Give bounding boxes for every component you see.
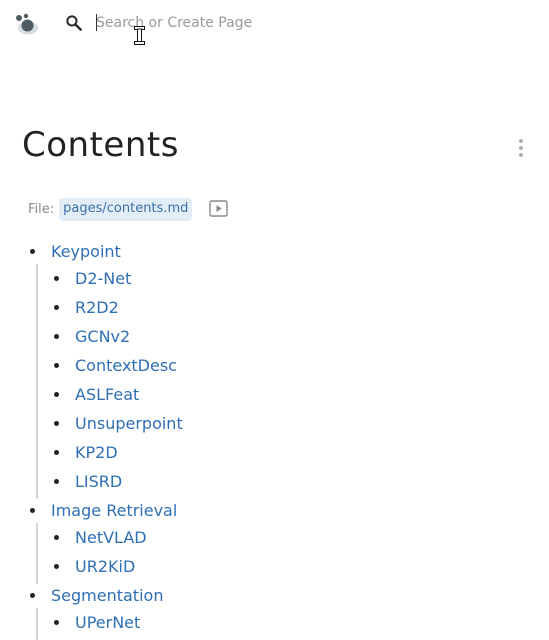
tree-group-row: Keypoint bbox=[22, 240, 522, 263]
tree-link-contextdesc[interactable]: ContextDesc bbox=[75, 356, 177, 376]
dots-logo-icon[interactable] bbox=[14, 11, 40, 37]
bullet-icon bbox=[54, 479, 59, 484]
tree-link-image-retrieval[interactable]: Image Retrieval bbox=[51, 501, 177, 521]
tree-link-r2d2[interactable]: R2D2 bbox=[75, 298, 119, 318]
tree-link-kp2d[interactable]: KP2D bbox=[75, 443, 118, 463]
list-item: ASLFeat bbox=[22, 380, 522, 409]
list-item: UPerNet bbox=[22, 608, 522, 637]
list-item: UR2KiD bbox=[22, 552, 522, 581]
bullet-icon bbox=[54, 334, 59, 339]
tree-link-ur2kid[interactable]: UR2KiD bbox=[75, 557, 135, 577]
contents-tree: Keypoint D2-Net R2D2 GCNv2 ContextDesc A… bbox=[22, 240, 522, 640]
bullet-icon bbox=[54, 305, 59, 310]
tree-link-segmentation[interactable]: Segmentation bbox=[51, 586, 163, 606]
search-input[interactable] bbox=[96, 11, 426, 35]
list-item: GCNv2 bbox=[22, 322, 522, 351]
bullet-icon bbox=[54, 620, 59, 625]
list-item: D2-Net bbox=[22, 264, 522, 293]
bullet-icon bbox=[54, 564, 59, 569]
bullet-icon bbox=[54, 363, 59, 368]
tree-group: Keypoint D2-Net R2D2 GCNv2 ContextDesc A… bbox=[22, 240, 522, 499]
tree-children: UPerNet bbox=[22, 607, 522, 640]
file-label: File: bbox=[28, 201, 55, 217]
tree-group-row: Segmentation bbox=[22, 584, 522, 607]
tree-children: NetVLAD UR2KiD bbox=[22, 522, 522, 584]
bullet-icon bbox=[54, 392, 59, 397]
list-item: Unsuperpoint bbox=[22, 409, 522, 438]
bullet-icon bbox=[30, 593, 35, 598]
list-item: NetVLAD bbox=[22, 523, 522, 552]
text-caret bbox=[96, 14, 97, 31]
tree-link-unsuperpoint[interactable]: Unsuperpoint bbox=[75, 414, 183, 434]
file-path-link[interactable]: pages/contents.md bbox=[59, 197, 193, 221]
bullet-icon bbox=[30, 249, 35, 254]
tree-link-d2-net[interactable]: D2-Net bbox=[75, 269, 131, 289]
tree-link-netvlad[interactable]: NetVLAD bbox=[75, 528, 147, 548]
tree-link-aslfeat[interactable]: ASLFeat bbox=[75, 385, 139, 405]
tree-group: Image Retrieval NetVLAD UR2KiD bbox=[22, 499, 522, 584]
top-bar bbox=[0, 0, 549, 46]
tree-link-gcnv2[interactable]: GCNv2 bbox=[75, 327, 130, 347]
bullet-icon bbox=[30, 508, 35, 513]
list-item: LISRD bbox=[22, 467, 522, 496]
tree-group-row: Image Retrieval bbox=[22, 499, 522, 522]
file-info: File: pages/contents.md bbox=[28, 196, 193, 222]
bullet-icon bbox=[54, 450, 59, 455]
list-item: KP2D bbox=[22, 438, 522, 467]
tree-group: Segmentation UPerNet bbox=[22, 584, 522, 640]
kebab-menu-icon[interactable] bbox=[512, 138, 530, 158]
play-present-icon[interactable] bbox=[209, 200, 228, 217]
ibeam-cursor-icon bbox=[134, 26, 145, 45]
bullet-icon bbox=[54, 535, 59, 540]
bullet-icon bbox=[54, 276, 59, 281]
page-title: Contents bbox=[22, 125, 179, 165]
tree-children: D2-Net R2D2 GCNv2 ContextDesc ASLFeat Un… bbox=[22, 263, 522, 499]
tree-link-lisrd[interactable]: LISRD bbox=[75, 472, 122, 492]
list-item: R2D2 bbox=[22, 293, 522, 322]
tree-link-keypoint[interactable]: Keypoint bbox=[51, 242, 121, 262]
list-item: ContextDesc bbox=[22, 351, 522, 380]
search-icon[interactable] bbox=[64, 13, 84, 33]
bullet-icon bbox=[54, 421, 59, 426]
